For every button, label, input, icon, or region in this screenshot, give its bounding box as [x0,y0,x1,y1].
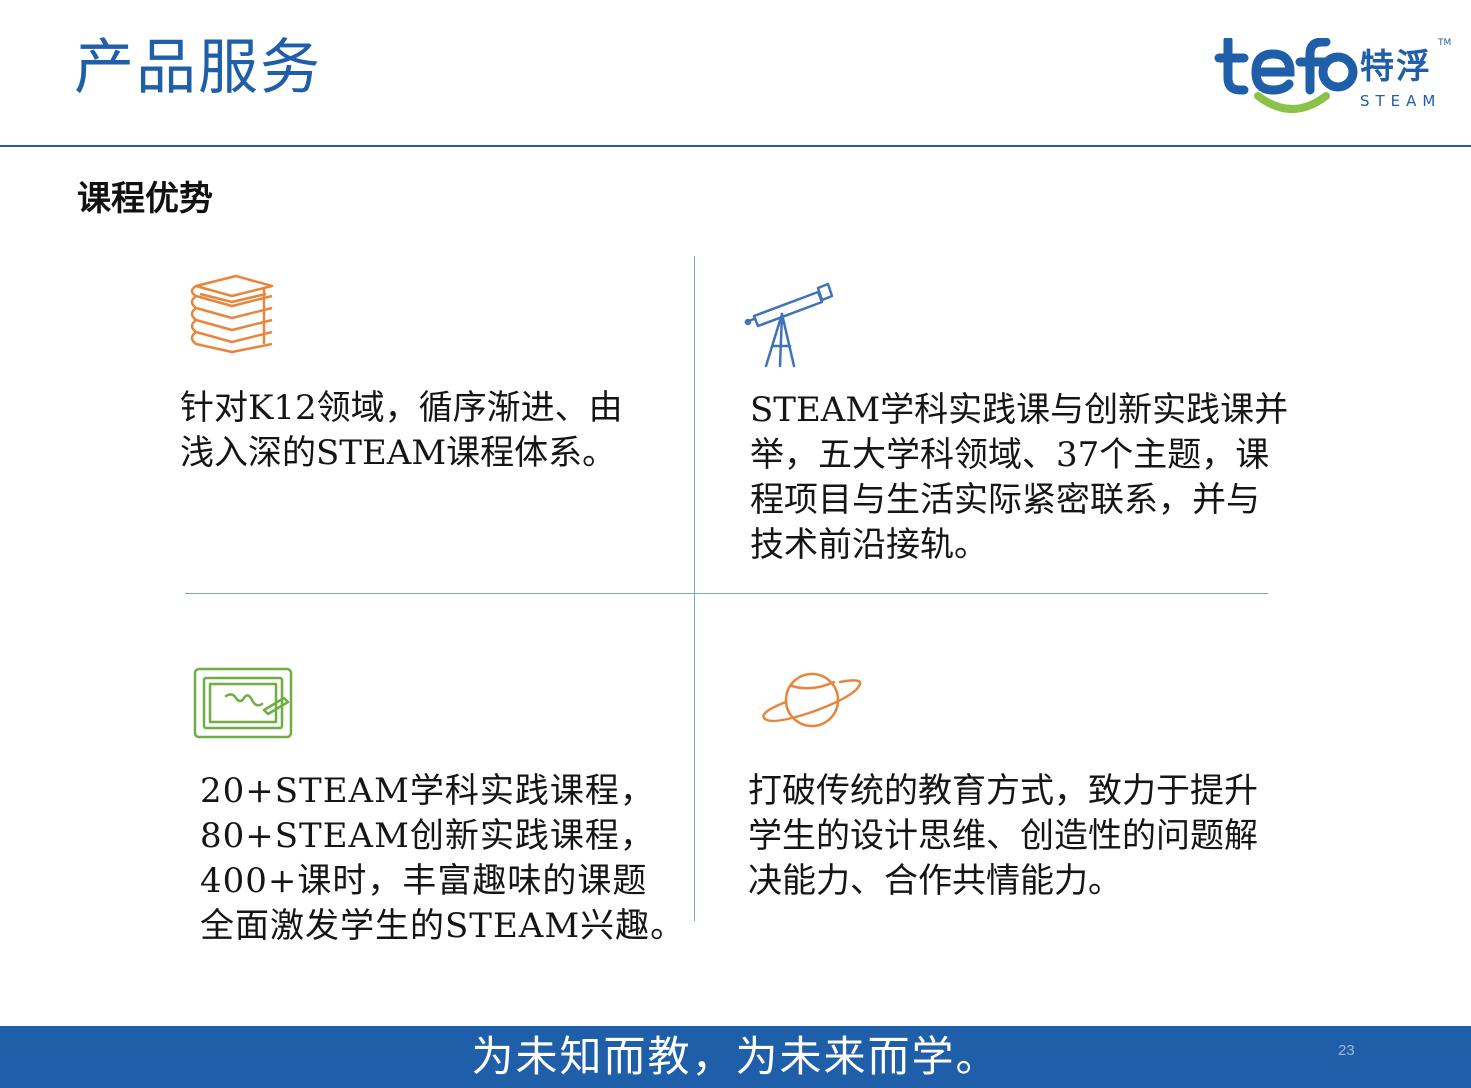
horizontal-divider [185,593,1268,594]
text-line: 针对K12领域，循序渐进、由 [180,388,623,428]
footer-slogan: 为未知而教，为未来而学。 [471,1032,1000,1081]
drawing-tablet-icon [193,667,293,739]
header-divider [0,145,1471,147]
quadrant-2-text: STEAM学科实践课与创新实践课并 举，五大学科领域、37个主题，课 程项目与生… [750,388,1330,568]
text-line: 全面激发学生的STEAM兴趣。 [200,906,686,946]
page-title: 产品服务 [74,33,322,103]
text-line: 80+STEAM创新实践课程， [200,816,655,856]
text-line: 决能力、合作共情能力。 [748,861,1122,901]
text-line: 打破传统的教育方式，致力于提升 [748,771,1258,811]
logo-trademark: TM [1438,38,1452,48]
books-icon [190,274,274,354]
text-line: STEAM学科实践课与创新实践课并 [750,390,1289,430]
text-line: 学生的设计思维、创造性的问题解 [748,816,1258,856]
quadrant-4-text: 打破传统的教育方式，致力于提升 学生的设计思维、创造性的问题解 决能力、合作共情… [748,769,1328,904]
logo-steam-label: STEAM [1360,92,1442,110]
quadrant-1-text: 针对K12领域，循序渐进、由 浅入深的STEAM课程体系。 [180,386,680,476]
text-line: 举，五大学科领域、37个主题，课 [750,435,1270,475]
text-line: 技术前沿接轨。 [750,525,988,565]
section-title: 课程优势 [77,179,213,219]
text-line: 20+STEAM学科实践课程， [200,771,655,811]
quadrant-3-text: 20+STEAM学科实践课程， 80+STEAM创新实践课程， 400+课时，丰… [200,769,700,949]
tefo-logo: 特浮 STEAM TM [1214,38,1454,118]
text-line: 程项目与生活实际紧密联系，并与 [750,480,1260,520]
telescope-icon [744,282,834,368]
page-number: 23 [1338,1042,1355,1059]
tefo-wordmark-icon [1214,38,1358,113]
planet-icon [762,672,862,728]
logo-chinese-name: 特浮 [1360,47,1432,87]
text-line: 400+课时，丰富趣味的课题 [200,861,648,901]
text-line: 浅入深的STEAM课程体系。 [180,433,617,473]
